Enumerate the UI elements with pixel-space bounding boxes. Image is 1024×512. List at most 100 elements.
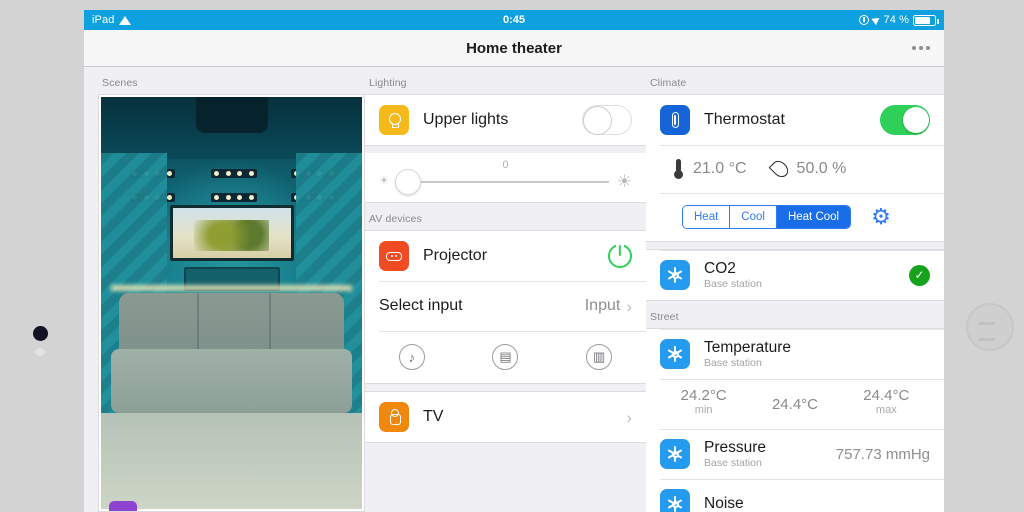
- tv-row[interactable]: TV ›: [365, 392, 646, 442]
- climate-column: Climate Thermostat 21.0 °C 50.0 % Heat C…: [646, 67, 944, 512]
- media-alt-icon[interactable]: ▥: [586, 344, 613, 370]
- mode-cool-button[interactable]: Cool: [730, 206, 777, 228]
- av-devices-section-header: AV devices: [369, 213, 422, 225]
- temperature-max: 24.4°C max: [841, 387, 932, 416]
- temperature-minmax-row: 24.2°C min 24.4°C 24.4°C max: [646, 379, 944, 429]
- music-note-icon[interactable]: ♪: [398, 344, 425, 370]
- scenes-section-header: Scenes: [102, 77, 138, 89]
- street-temperature-row[interactable]: Temperature Base station: [646, 329, 944, 379]
- media-player-icon[interactable]: ▤: [492, 344, 519, 370]
- brightness-slider[interactable]: [394, 168, 609, 195]
- check-circle-icon: ✓: [909, 264, 930, 286]
- lightbulb-icon: [379, 105, 409, 135]
- street-pressure-label: Pressure: [704, 438, 767, 456]
- lighting-card: Upper lights: [365, 94, 646, 146]
- brightness-slider-row: 0 ☀ ☀: [365, 153, 646, 202]
- brightness-value: 0: [502, 159, 509, 171]
- temperature-current: 24.4°C: [749, 387, 840, 413]
- sensor-icon: [660, 260, 690, 290]
- co2-subtitle: Base station: [704, 277, 762, 290]
- thermostat-label: Thermostat: [704, 111, 785, 128]
- sensor-icon: [660, 339, 690, 369]
- upper-lights-toggle[interactable]: [582, 105, 632, 135]
- battery-percent-label: 74 %: [883, 14, 909, 26]
- mode-heat-button[interactable]: Heat: [683, 206, 731, 228]
- lighting-section-header: Lighting: [369, 77, 407, 89]
- sun-large-icon: ☀: [616, 172, 632, 191]
- temperature-current-value: 24.4°C: [771, 396, 818, 413]
- temperature-value: 21.0 °C: [693, 160, 747, 177]
- scenes-column: Scenes: [84, 67, 365, 512]
- upper-lights-row[interactable]: Upper lights: [365, 95, 646, 145]
- projector-icon: [379, 241, 409, 271]
- status-bar-right: 74 %: [858, 14, 939, 26]
- tv-label: TV: [423, 408, 444, 425]
- ipad-screen: iPad 0:45 74 % Home theater Scenes Light…: [84, 10, 944, 512]
- select-input-value: Input: [584, 297, 621, 314]
- screen-root: iPad 0:45 74 % Home theater Scenes Light…: [0, 0, 1024, 512]
- street-pressure-row[interactable]: Pressure Base station 757.73 mmHg: [646, 429, 944, 479]
- media-buttons-row: ♪ ▤ ▥: [365, 331, 646, 383]
- location-arrow-icon: [870, 14, 882, 26]
- climate-section-header: Climate: [650, 77, 687, 89]
- chevron-right-icon: ›: [626, 407, 632, 427]
- climate-card: Thermostat 21.0 °C 50.0 % Heat Cool Heat…: [646, 94, 944, 242]
- mode-segmented-control[interactable]: Heat Cool Heat Cool: [682, 205, 852, 229]
- cursor-pointer: [33, 326, 48, 341]
- temperature-max-label: max: [875, 404, 897, 416]
- select-input-label: Select input: [379, 297, 463, 314]
- page-title: Home theater: [466, 39, 562, 57]
- street-card: Temperature Base station 24.2°C min 24.4…: [646, 328, 944, 512]
- thermostat-icon: [660, 105, 690, 135]
- street-noise-label: Noise: [704, 495, 744, 512]
- power-icon[interactable]: [608, 244, 632, 268]
- street-temperature-label: Temperature: [704, 338, 792, 356]
- co2-label: CO2: [704, 259, 736, 277]
- sun-small-icon: ☀: [379, 175, 389, 187]
- select-input-row[interactable]: Select input Input ›: [365, 281, 646, 331]
- brightness-slider-knob[interactable]: [394, 168, 421, 195]
- gear-icon[interactable]: ⚙: [871, 205, 894, 229]
- av-devices-card: Projector Select input Input › ♪ ▤ ▥: [365, 230, 646, 384]
- street-temperature-subtitle: Base station: [704, 356, 762, 369]
- brightness-card: 0 ☀ ☀: [365, 153, 646, 203]
- scene-card[interactable]: [98, 94, 365, 512]
- home-theater-room-photo: [101, 97, 362, 509]
- projector-label: Projector: [423, 247, 488, 264]
- climate-mode-row: Heat Cool Heat Cool ⚙: [646, 193, 944, 241]
- co2-row[interactable]: CO2 Base station ✓: [646, 250, 944, 300]
- tv-icon: [379, 402, 409, 432]
- scene-badge: [109, 501, 137, 511]
- status-bar: iPad 0:45 74 %: [84, 10, 944, 30]
- watermark-logo-icon: [966, 303, 1014, 351]
- thermometer-icon: [674, 159, 683, 179]
- main-content: Scenes Lighting Upper lights 0 ☀ ☀ AV de…: [84, 67, 944, 512]
- temperature-min-label: min: [694, 404, 713, 416]
- thermostat-toggle[interactable]: [880, 105, 930, 135]
- tv-card: TV ›: [365, 391, 646, 443]
- sensor-icon: [660, 489, 690, 512]
- humidity-drop-icon: [768, 157, 791, 181]
- street-noise-row[interactable]: Noise: [646, 479, 944, 512]
- cursor-pointer-shadow: [35, 348, 45, 356]
- navigation-bar: Home theater: [84, 30, 944, 67]
- upper-lights-label: Upper lights: [423, 111, 509, 128]
- chevron-right-icon: ›: [626, 296, 632, 316]
- alarm-icon: [858, 15, 869, 25]
- status-bar-time: 0:45: [502, 14, 526, 26]
- street-section-header: Street: [650, 311, 679, 323]
- temperature-min-value: 24.2°C: [680, 387, 727, 404]
- thermostat-row[interactable]: Thermostat: [646, 95, 944, 145]
- mode-heat-cool-button[interactable]: Heat Cool: [776, 206, 851, 228]
- street-pressure-subtitle: Base station: [704, 456, 762, 469]
- more-dots-icon[interactable]: [912, 46, 930, 50]
- sensor-icon: [660, 439, 690, 469]
- humidity-value: 50.0 %: [796, 160, 847, 177]
- co2-card: CO2 Base station ✓: [646, 249, 944, 301]
- street-pressure-value: 757.73 mmHg: [835, 445, 930, 463]
- devices-column: Lighting Upper lights 0 ☀ ☀ AV devices P…: [365, 67, 940, 512]
- temperature-max-value: 24.4°C: [863, 387, 910, 404]
- temperature-min: 24.2°C min: [658, 387, 749, 416]
- battery-icon: [913, 14, 939, 26]
- projector-row[interactable]: Projector: [365, 231, 646, 281]
